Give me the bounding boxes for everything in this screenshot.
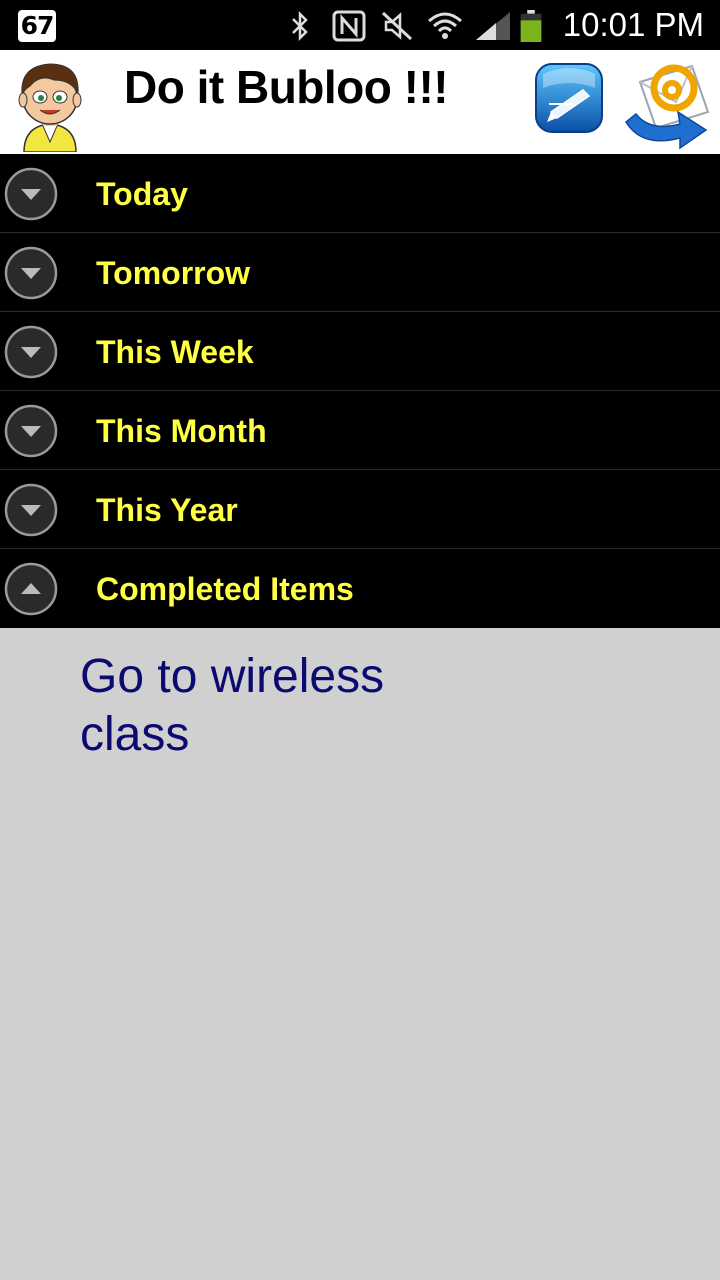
chevron-down-icon[interactable]: [4, 483, 58, 537]
mute-icon: [381, 11, 413, 41]
section-tomorrow[interactable]: Tomorrow: [0, 233, 720, 312]
section-label: This Week: [96, 334, 254, 370]
clock: 10:01 PM: [562, 6, 704, 43]
edit-note-button[interactable]: [533, 60, 605, 140]
task-item[interactable]: Go to wireless class: [80, 648, 440, 764]
status-bar: 67 10:01 PM: [0, 0, 720, 50]
section-label: Completed Items: [96, 571, 354, 607]
app-title: Do it Bubloo !!!: [124, 61, 449, 113]
bluetooth-icon: [292, 10, 308, 42]
signal-icon: [476, 12, 510, 40]
battery-icon: [520, 10, 542, 42]
chevron-up-icon[interactable]: [4, 562, 58, 616]
chevron-down-icon[interactable]: [4, 404, 58, 458]
nfc-icon: [332, 10, 366, 42]
chevron-down-icon[interactable]: [4, 167, 58, 221]
section-label: This Year: [96, 492, 238, 528]
section-list: Today Tomorrow This Week This Month This…: [0, 154, 720, 628]
chevron-down-icon[interactable]: [4, 246, 58, 300]
email-send-button[interactable]: [622, 52, 716, 150]
notification-count: 67: [20, 11, 55, 40]
notification-badge: 67: [18, 10, 56, 42]
cartoon-boy-avatar-icon: [18, 63, 82, 152]
section-label: Tomorrow: [96, 255, 251, 291]
app-header: Do it Bubloo !!!: [0, 50, 720, 154]
section-this-month[interactable]: This Month: [0, 391, 720, 470]
wifi-icon: [428, 12, 462, 39]
section-this-year[interactable]: This Year: [0, 470, 720, 549]
chevron-down-icon[interactable]: [4, 325, 58, 379]
section-label: Today: [96, 176, 188, 212]
section-this-week[interactable]: This Week: [0, 312, 720, 391]
completed-items-panel: Go to wireless class: [0, 628, 720, 1280]
section-today[interactable]: Today: [0, 154, 720, 233]
section-label: This Month: [96, 413, 267, 449]
section-completed-items[interactable]: Completed Items: [0, 549, 720, 627]
